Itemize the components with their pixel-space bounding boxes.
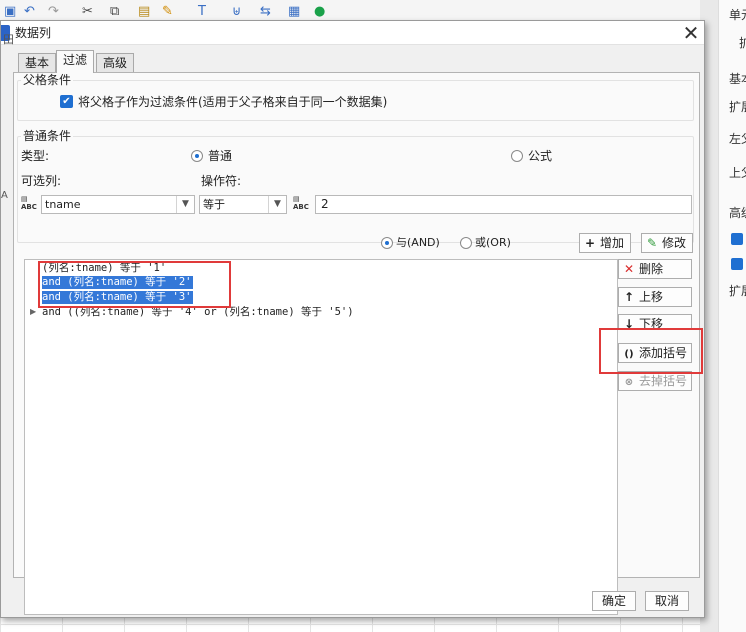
paste-icon[interactable]: ▤ bbox=[138, 4, 150, 20]
type-normal-radio[interactable] bbox=[191, 150, 203, 162]
or-label: 或(OR) bbox=[475, 236, 511, 249]
parent-filter-checkbox-label: 将父格子作为过滤条件(适用于父子格来自于同一个数据集) bbox=[78, 95, 388, 109]
move-down-button[interactable]: ↓ 下移 bbox=[618, 314, 692, 329]
and-label: 与(AND) bbox=[396, 236, 440, 249]
operator-select[interactable]: 等于 ▼ bbox=[199, 195, 287, 214]
panel-label: 高级 bbox=[729, 206, 746, 220]
undo-icon[interactable]: ↶ bbox=[24, 4, 35, 20]
type-formula-radio[interactable] bbox=[511, 150, 523, 162]
chevron-down-icon: ▼ bbox=[176, 196, 194, 213]
parent-condition-label: 父格条件 bbox=[21, 73, 74, 87]
panel-label: 扩展 bbox=[729, 100, 746, 114]
ok-button[interactable]: 确定 bbox=[592, 591, 636, 611]
expand-arrow-icon[interactable]: ▶ bbox=[30, 307, 36, 316]
delete-button[interactable]: ✕ 删除 bbox=[618, 259, 692, 279]
column-label: 可选列: bbox=[21, 174, 62, 188]
chart-icon[interactable]: ▦ bbox=[288, 4, 300, 20]
check-icon[interactable]: ● bbox=[314, 4, 325, 20]
dialog-title: 数据列 bbox=[15, 26, 52, 40]
normal-condition-group bbox=[17, 136, 694, 243]
swap-icon[interactable]: ⇆ bbox=[260, 4, 271, 20]
text-format-icon[interactable]: T bbox=[198, 4, 206, 20]
chevron-down-icon: ▼ bbox=[268, 196, 286, 213]
arrow-up-icon: ↑ bbox=[623, 290, 635, 304]
edit-icon: ✎ bbox=[646, 236, 658, 250]
or-radio[interactable] bbox=[460, 237, 472, 249]
tab-filter[interactable]: 过滤 bbox=[56, 50, 95, 73]
copy-icon[interactable]: ⧉ bbox=[110, 4, 119, 20]
close-button[interactable]: ✕ bbox=[677, 21, 705, 45]
add-condition-button[interactable]: + 增加 bbox=[579, 233, 631, 253]
tab-advanced[interactable]: 高级 bbox=[96, 53, 135, 74]
arrow-down-icon: ↓ bbox=[623, 317, 635, 329]
type-label: 类型: bbox=[21, 149, 50, 163]
value-type-icon[interactable]: ▤ ABC bbox=[293, 195, 313, 213]
normal-condition-label: 普通条件 bbox=[21, 129, 74, 143]
panel-label: 扩展 bbox=[729, 284, 746, 298]
sheet-cell-label: A bbox=[1, 190, 8, 201]
panel-label: 左父 bbox=[729, 132, 746, 146]
parent-filter-checkbox[interactable]: ✔ bbox=[60, 95, 73, 108]
panel-checkbox[interactable] bbox=[731, 233, 743, 245]
format-brush-icon[interactable]: ✎ bbox=[162, 4, 173, 20]
type-normal-label: 普通 bbox=[208, 149, 233, 163]
column-select[interactable]: tname ▼ bbox=[41, 195, 195, 214]
and-radio[interactable] bbox=[381, 237, 393, 249]
panel-label: 扩 bbox=[739, 34, 746, 51]
dialog-titlebar[interactable]: 数据列 ✕ bbox=[1, 21, 704, 45]
plus-icon: + bbox=[584, 236, 596, 250]
panel-label: 基本 bbox=[729, 72, 746, 86]
cut-icon[interactable]: ✂ bbox=[82, 4, 93, 20]
move-up-button[interactable]: ↑ 上移 bbox=[618, 287, 692, 307]
operator-label: 操作符: bbox=[201, 174, 242, 188]
panel-label: 上父 bbox=[729, 166, 746, 180]
tab-basic[interactable]: 基本 bbox=[18, 53, 57, 74]
cell-properties-panel: 单元 扩 基本 扩展 左父 上父 高级 扩展 bbox=[718, 0, 746, 632]
operator-select-value: 等于 bbox=[203, 198, 225, 211]
column-select-value: tname bbox=[45, 198, 81, 211]
delete-x-icon: ✕ bbox=[623, 262, 635, 276]
panel-label: 单元 bbox=[729, 8, 746, 22]
cancel-button[interactable]: 取消 bbox=[645, 591, 689, 611]
merge-icon[interactable]: ⊎ bbox=[232, 4, 242, 20]
remove-parentheses-icon: ⊗ bbox=[624, 377, 634, 388]
highlight-box bbox=[599, 328, 703, 374]
edit-condition-button[interactable]: ✎ 修改 bbox=[641, 233, 693, 253]
remove-parentheses-button[interactable]: ⊗ 去掉括号 bbox=[618, 371, 692, 391]
column-type-icon: ▤ ABC bbox=[21, 195, 37, 211]
save-icon[interactable]: ▣ bbox=[4, 4, 16, 20]
redo-icon[interactable]: ↷ bbox=[48, 4, 59, 20]
row-header-label: 田 bbox=[3, 33, 14, 46]
highlight-box bbox=[38, 261, 231, 308]
panel-checkbox[interactable] bbox=[731, 258, 743, 270]
type-formula-label: 公式 bbox=[528, 149, 553, 163]
condition-value-input[interactable]: 2 bbox=[315, 195, 692, 214]
